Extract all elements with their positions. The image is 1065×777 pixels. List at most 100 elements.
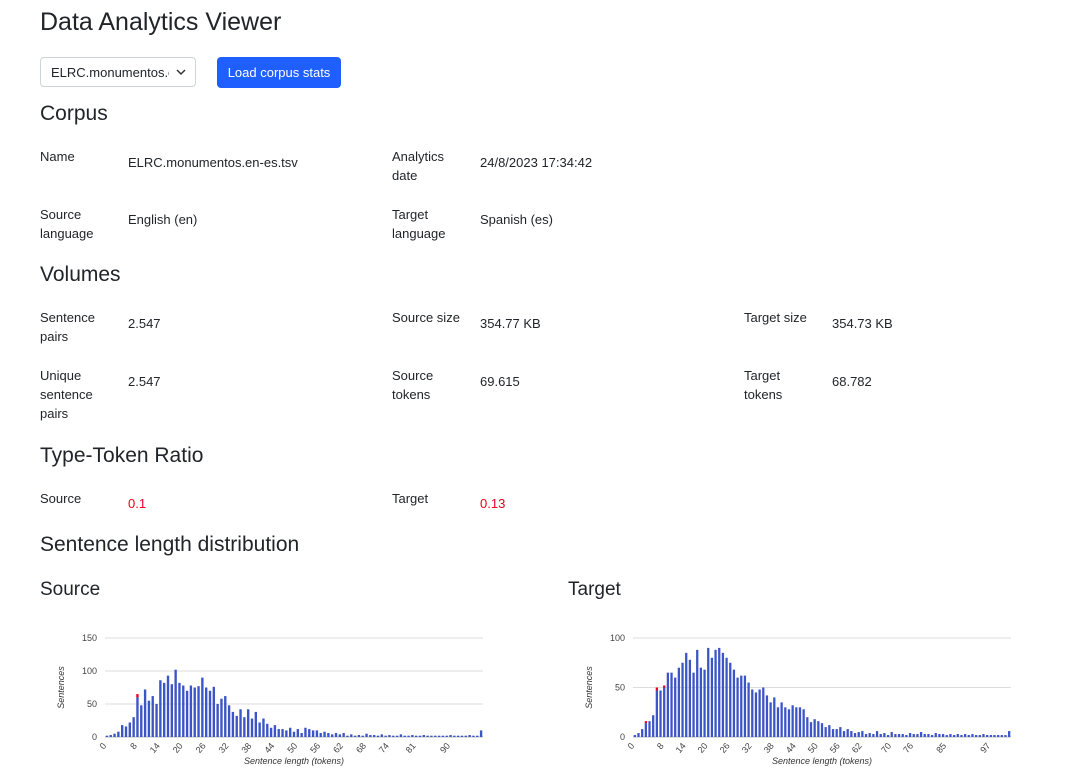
target-chart-bar [670, 672, 673, 737]
target-chart-bar [659, 690, 662, 737]
target-chart-bar [919, 732, 923, 737]
source-chart-x-tick-label: 50 [285, 741, 299, 755]
source-chart-bar [258, 722, 261, 737]
target-chart-bar [813, 719, 816, 737]
source-chart-bar [434, 735, 437, 737]
ttr-target-label: Target [392, 491, 429, 506]
target-chart-bar [637, 733, 640, 737]
target-language-label: Target language [392, 207, 446, 241]
source-chart-bar [239, 709, 242, 737]
source-chart-bar [445, 735, 448, 737]
target-chart-y-tick-label: 0 [620, 732, 625, 742]
target-chart-bar [795, 707, 798, 737]
source-language-value: English (en) [128, 212, 198, 227]
source-chart-bar [342, 733, 345, 737]
source-chart-bar [372, 735, 376, 737]
target-chart-bar [839, 727, 842, 737]
source-chart-bar [300, 733, 303, 737]
source-chart-bar [189, 685, 193, 737]
target-chart-bar [835, 729, 838, 737]
source-chart-x-tick-label: 20 [171, 741, 185, 755]
target-chart-x-tick-label: 50 [806, 741, 820, 755]
target-chart-bar [831, 729, 835, 737]
source-chart-bar [269, 727, 273, 737]
target-chart-x-tick-label: 8 [655, 741, 666, 751]
source-chart-bar [403, 735, 406, 737]
name-label: Name [40, 149, 75, 164]
source-chart-x-tick-label: 8 [128, 741, 139, 751]
target-language-value: Spanish (es) [480, 212, 553, 227]
source-chart-bar [456, 735, 460, 737]
target-chart-bar [997, 735, 1000, 737]
target-chart-x-tick-label: 70 [879, 741, 893, 755]
target-chart-bar [828, 725, 831, 737]
source-chart-bar [159, 680, 162, 737]
target-chart-bar-highlight [663, 685, 666, 688]
source-chart-bar [132, 717, 135, 737]
target-chart-bar [890, 732, 893, 737]
target-chart-bar [850, 731, 853, 737]
ttr-source-label: Source [40, 491, 82, 506]
target-chart-bar [908, 733, 912, 737]
source-chart-bar [224, 696, 227, 737]
target-chart-bar [916, 734, 919, 737]
target-chart-bar [703, 669, 706, 737]
source-chart-bar [243, 717, 246, 737]
source-chart-bar [143, 689, 147, 737]
target-chart-bar [1004, 735, 1007, 737]
target-chart-x-tick-label: 32 [740, 741, 754, 755]
source-chart-bar [277, 729, 280, 737]
source-size-label: Source size [392, 310, 460, 325]
target-chart-bar [758, 689, 761, 737]
target-chart-bar [938, 734, 941, 737]
target-chart-x-tick-label: 20 [696, 741, 710, 755]
target-chart-bar [791, 705, 794, 737]
corpus-heading: Corpus [40, 102, 108, 125]
source-chart-bar [414, 735, 418, 737]
target-chart-bar [773, 697, 776, 737]
target-chart-bar [934, 733, 937, 737]
target-chart-bar [949, 734, 952, 737]
unique-sentence-pairs-value: 2.547 [128, 374, 161, 389]
analytics-date-value: 24/8/2023 17:34:42 [480, 155, 593, 170]
source-chart-x-tick-label: 26 [194, 741, 208, 755]
target-chart-bar [754, 692, 758, 737]
source-chart-bar [334, 733, 338, 737]
source-tokens-label: Source tokens [392, 368, 434, 402]
source-chart-bar [182, 685, 185, 737]
target-size-value: 354.73 KB [832, 316, 893, 331]
target-size-label: Target size [744, 310, 807, 325]
target-chart-bar [710, 657, 714, 737]
load-corpus-stats-button[interactable]: Load corpus stats [217, 57, 341, 88]
target-chart-bar [769, 702, 772, 737]
target-chart-bar [960, 735, 963, 737]
source-chart-bar [479, 730, 483, 737]
source-chart-bar [250, 718, 254, 737]
source-chart-bar [235, 715, 238, 737]
target-chart-bar [883, 733, 886, 737]
target-chart-bar [993, 735, 996, 737]
target-chart-bar [820, 723, 824, 737]
source-chart-y-tick-label: 150 [82, 633, 97, 643]
target-tokens-value: 68.782 [832, 374, 872, 389]
target-chart-bar [967, 735, 970, 737]
target-chart-bar [655, 690, 658, 737]
target-chart-bar [677, 667, 681, 737]
source-chart-bar [204, 687, 208, 737]
source-chart-bar [319, 733, 322, 737]
source-chart-bar [281, 729, 284, 737]
source-chart-bar [369, 735, 372, 737]
source-chart-bar [162, 682, 166, 737]
target-chart-bar [901, 734, 904, 737]
target-chart-bar [817, 721, 820, 737]
target-chart-bar [707, 647, 710, 737]
ttr-heading: Type-Token Ratio [40, 444, 204, 467]
source-chart-bar [476, 735, 479, 737]
target-chart-bar [666, 672, 670, 737]
target-chart-bar [974, 735, 978, 737]
target-chart-x-tick-label: 0 [625, 741, 636, 751]
corpus-select[interactable]: ELRC.monumentos.en-es.tsv [40, 57, 196, 87]
source-chart-bar [361, 735, 364, 737]
target-chart-bar [780, 702, 783, 737]
source-chart-x-tick-label: 32 [217, 741, 231, 755]
